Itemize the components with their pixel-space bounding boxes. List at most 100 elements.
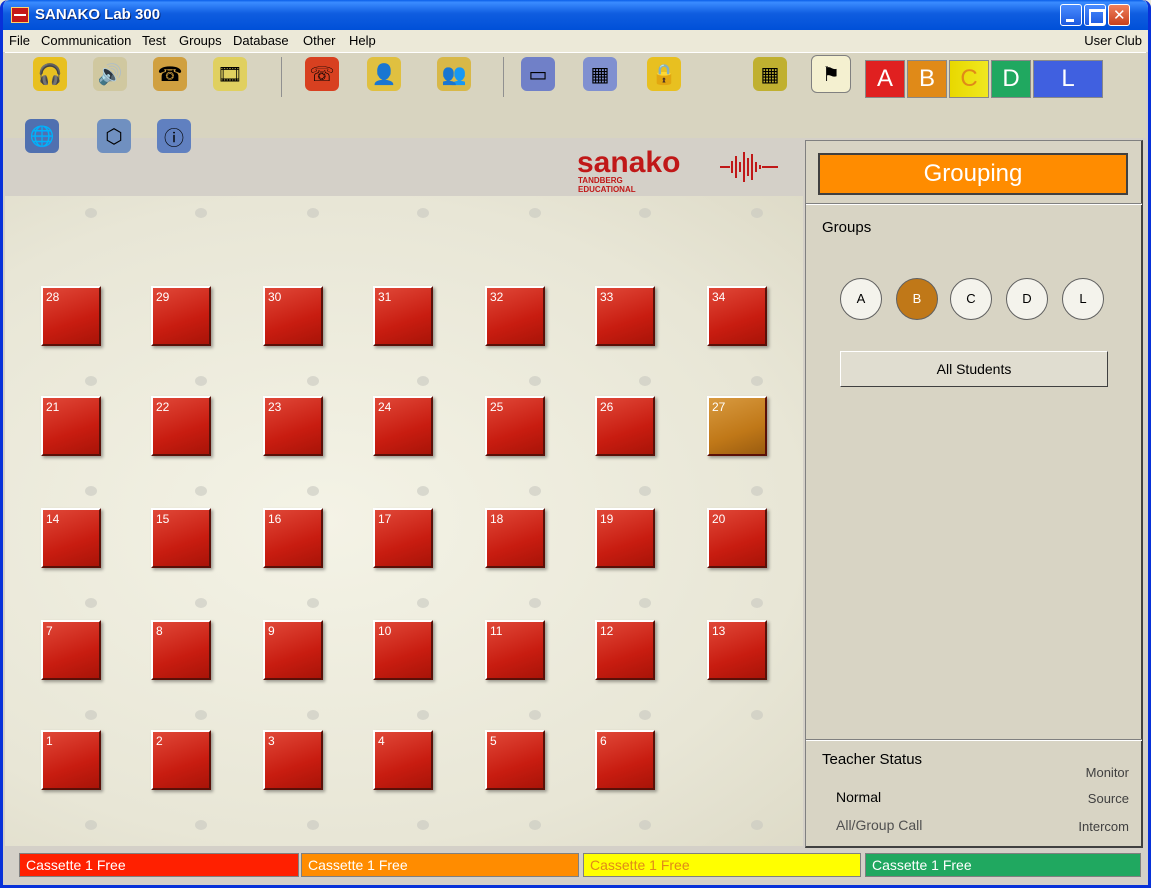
group-tab-a[interactable]: A	[865, 60, 905, 98]
student-seat-34[interactable]: 34	[707, 286, 767, 346]
calendar-icon[interactable]: ▦	[583, 57, 617, 91]
box-icon[interactable]: ⬡	[97, 119, 131, 153]
grid-icon[interactable]: ▦	[753, 57, 787, 91]
seat-marker	[307, 598, 319, 608]
group-tab-b[interactable]: B	[907, 60, 947, 98]
student-seat-15[interactable]: 15	[151, 508, 211, 568]
seat-marker	[751, 486, 763, 496]
status-monitor: Monitor	[1085, 765, 1129, 780]
film-icon[interactable]: 🎞	[213, 57, 247, 91]
student-seat-7[interactable]: 7	[41, 620, 101, 680]
seat-marker	[85, 710, 97, 720]
headset-icon[interactable]: 🎧	[33, 57, 67, 91]
group-button-c[interactable]: C	[950, 278, 992, 320]
group-button-b[interactable]: B	[896, 278, 938, 320]
student-seat-28[interactable]: 28	[41, 286, 101, 346]
grouping-panel: Grouping Groups A B C D L All Students T…	[805, 140, 1143, 848]
title-bar[interactable]: SANAKO Lab 300	[3, 0, 1148, 30]
student-seat-24[interactable]: 24	[373, 396, 433, 456]
info-window-icon[interactable]: ⓘ	[157, 119, 191, 153]
student-seat-14[interactable]: 14	[41, 508, 101, 568]
student-seat-2[interactable]: 2	[151, 730, 211, 790]
student-seat-17[interactable]: 17	[373, 508, 433, 568]
student-seat-25[interactable]: 25	[485, 396, 545, 456]
student-seat-18[interactable]: 18	[485, 508, 545, 568]
student-seat-30[interactable]: 30	[263, 286, 323, 346]
minimize-button[interactable]	[1060, 4, 1082, 26]
telephone-icon[interactable]: ☏	[305, 57, 339, 91]
sanako-app-icon	[11, 7, 29, 23]
seat-marker	[529, 486, 541, 496]
cassette-status-red: Cassette 1 Free	[19, 853, 299, 877]
menu-bar: File Communication Test Groups Database …	[3, 30, 1148, 52]
group-tab-c[interactable]: C	[949, 60, 989, 98]
group-button-d[interactable]: D	[1006, 278, 1048, 320]
student-seat-31[interactable]: 31	[373, 286, 433, 346]
student-seat-20[interactable]: 20	[707, 508, 767, 568]
menu-other[interactable]: Other	[303, 33, 336, 48]
maximize-button[interactable]	[1084, 4, 1106, 26]
group-button-a[interactable]: A	[840, 278, 882, 320]
student-seat-6[interactable]: 6	[595, 730, 655, 790]
student-seat-9[interactable]: 9	[263, 620, 323, 680]
student-seat-13[interactable]: 13	[707, 620, 767, 680]
students-group-icon[interactable]: 👥	[437, 57, 471, 91]
status-all-group-call: All/Group Call	[836, 817, 923, 833]
groups-label: Groups	[822, 219, 872, 236]
student-seat-19[interactable]: 19	[595, 508, 655, 568]
menu-file[interactable]: File	[9, 33, 30, 48]
seat-marker	[417, 376, 429, 386]
all-students-button[interactable]: All Students	[840, 351, 1108, 387]
app-window: SANAKO Lab 300 File Communication Test G…	[0, 0, 1151, 888]
student-seat-26[interactable]: 26	[595, 396, 655, 456]
group-tab-d[interactable]: D	[991, 60, 1031, 98]
student-seat-21[interactable]: 21	[41, 396, 101, 456]
student-seat-29[interactable]: 29	[151, 286, 211, 346]
student-seat-16[interactable]: 16	[263, 508, 323, 568]
window-title: SANAKO Lab 300	[35, 6, 161, 23]
status-intercom: Intercom	[1078, 819, 1129, 834]
student-seat-22[interactable]: 22	[151, 396, 211, 456]
cassette-status-yellow: Cassette 1 Free	[583, 853, 861, 877]
seat-marker	[307, 820, 319, 830]
globe-icon[interactable]: 🌐	[25, 119, 59, 153]
speaker-icon[interactable]: 🔊	[93, 57, 127, 91]
student-seat-8[interactable]: 8	[151, 620, 211, 680]
monitor-icon[interactable]: ▭	[521, 57, 555, 91]
student-icon[interactable]: 👤	[367, 57, 401, 91]
seat-marker	[529, 710, 541, 720]
student-seat-5[interactable]: 5	[485, 730, 545, 790]
grouping-icon[interactable]: ⚑	[811, 55, 851, 93]
group-tab-l[interactable]: L	[1033, 60, 1103, 98]
menu-help[interactable]: Help	[349, 33, 376, 48]
student-seat-12[interactable]: 12	[595, 620, 655, 680]
menu-user-club[interactable]: User Club	[1084, 33, 1142, 48]
seat-marker	[639, 598, 651, 608]
seat-marker	[85, 486, 97, 496]
student-seat-27[interactable]: 27	[707, 396, 767, 456]
lock-icon[interactable]: 🔒	[647, 57, 681, 91]
student-seat-33[interactable]: 33	[595, 286, 655, 346]
phone-icon[interactable]: ☎	[153, 57, 187, 91]
menu-groups[interactable]: Groups	[179, 33, 222, 48]
seat-marker	[751, 208, 763, 218]
menu-test[interactable]: Test	[142, 33, 166, 48]
group-button-l[interactable]: L	[1062, 278, 1104, 320]
seat-marker	[529, 208, 541, 218]
close-button[interactable]	[1108, 4, 1130, 26]
menu-communication[interactable]: Communication	[41, 33, 131, 48]
logo-tagline: TANDBERG EDUCATIONAL	[578, 176, 636, 194]
seat-marker	[195, 598, 207, 608]
seat-marker	[195, 820, 207, 830]
seat-marker	[639, 376, 651, 386]
student-seat-4[interactable]: 4	[373, 730, 433, 790]
menu-database[interactable]: Database	[233, 33, 289, 48]
student-seat-1[interactable]: 1	[41, 730, 101, 790]
student-seat-32[interactable]: 32	[485, 286, 545, 346]
seat-marker	[529, 598, 541, 608]
student-seat-10[interactable]: 10	[373, 620, 433, 680]
student-seat-3[interactable]: 3	[263, 730, 323, 790]
student-seat-11[interactable]: 11	[485, 620, 545, 680]
student-seat-23[interactable]: 23	[263, 396, 323, 456]
seat-marker	[417, 208, 429, 218]
